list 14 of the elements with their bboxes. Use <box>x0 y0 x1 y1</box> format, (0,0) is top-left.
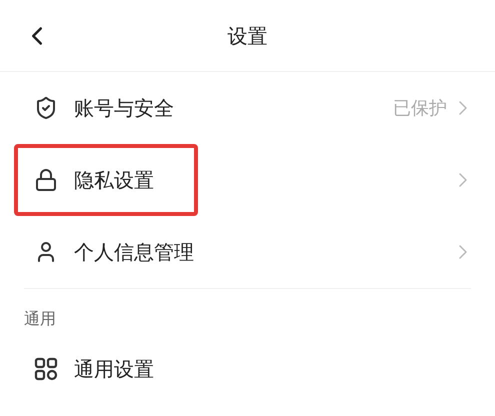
status-text: 已保护 <box>393 96 447 120</box>
settings-row[interactable]: 个人信息管理 <box>0 216 495 288</box>
shield-check-icon <box>34 96 58 120</box>
row-label: 账号与安全 <box>74 95 174 122</box>
settings-row[interactable]: 隐私设置 <box>0 144 495 216</box>
lock-icon <box>34 168 58 192</box>
section-heading: 通用 <box>24 308 57 330</box>
apps-icon <box>34 357 58 381</box>
settings-row[interactable]: 账号与安全 已保护 <box>0 72 495 144</box>
page-title: 设置 <box>228 22 268 50</box>
row-label: 通用设置 <box>74 356 154 383</box>
row-label: 个人信息管理 <box>74 239 194 266</box>
settings-row[interactable]: 通用设置 <box>14 333 481 405</box>
row-label: 隐私设置 <box>74 167 154 194</box>
